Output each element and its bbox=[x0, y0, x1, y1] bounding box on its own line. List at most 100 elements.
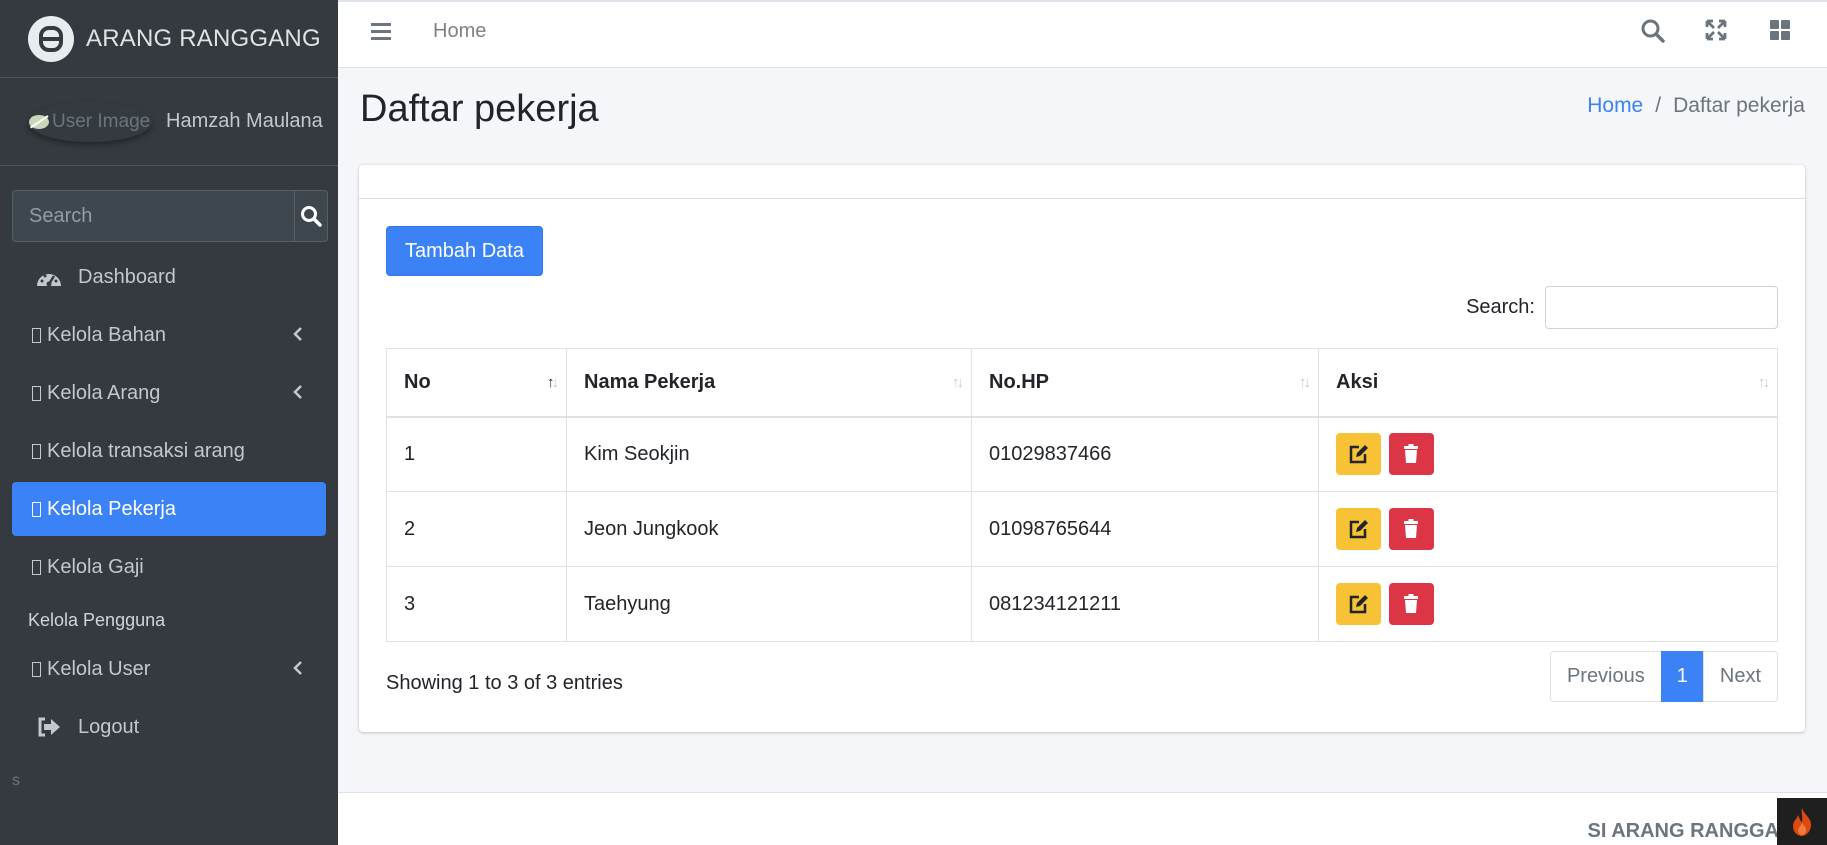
cell-aksi bbox=[1318, 416, 1778, 492]
sort-asc-icon: ↑↓ bbox=[547, 374, 559, 391]
footer-text: SI ARANG RANGGA bbox=[1587, 820, 1779, 842]
table-info: Showing 1 to 3 of 3 entries bbox=[386, 672, 623, 694]
edit-icon bbox=[1349, 445, 1368, 464]
sidebar-item-logout[interactable]: Logout bbox=[12, 700, 326, 754]
card-header bbox=[359, 165, 1805, 199]
fullscreen-button[interactable] bbox=[1704, 18, 1728, 47]
table-search-label: Search: bbox=[1466, 296, 1535, 318]
cell-hp: 01098765644 bbox=[971, 491, 1319, 567]
pagination-next[interactable]: Next bbox=[1702, 651, 1778, 702]
sort-icon: ↑↓ bbox=[1299, 374, 1311, 391]
table-row: 3 Taehyung 081234121211 bbox=[386, 566, 1778, 642]
user-panel: User Image Hamzah Maulana bbox=[0, 78, 338, 166]
sidebar-item-label: Kelola Gaji bbox=[47, 555, 144, 578]
control-sidebar-button[interactable] bbox=[1768, 18, 1792, 47]
column-header-nama[interactable]: Nama Pekerja ↑↓ bbox=[566, 348, 972, 418]
sidebar-item-label: Dashboard bbox=[78, 265, 176, 288]
breadcrumb-separator: / bbox=[1655, 94, 1662, 117]
sidebar-item-kelola-transaksi[interactable]: Kelola transaksi arang bbox=[12, 424, 326, 478]
missing-glyph-icon bbox=[32, 501, 41, 517]
sidebar-item-label: Kelola transaksi arang bbox=[47, 439, 245, 462]
sidebar-item-dashboard[interactable]: Dashboard bbox=[12, 250, 326, 304]
sidebar-item-kelola-gaji[interactable]: Kelola Gaji bbox=[12, 540, 326, 594]
column-header-aksi[interactable]: Aksi ↑↓ bbox=[1318, 348, 1778, 418]
sidebar: ARANG RANGGANG User Image Hamzah Maulana… bbox=[0, 0, 338, 845]
grid-icon bbox=[1770, 20, 1790, 40]
debug-toolbar-button[interactable] bbox=[1777, 798, 1827, 845]
column-header-label: No.HP bbox=[989, 370, 1049, 393]
missing-glyph-icon bbox=[32, 327, 41, 343]
column-header-hp[interactable]: No.HP ↑↓ bbox=[971, 348, 1319, 418]
edit-button[interactable] bbox=[1336, 583, 1381, 625]
sidebar-item-label: Kelola Pekerja bbox=[47, 497, 176, 520]
sidebar-item-label: Kelola Arang bbox=[47, 381, 161, 404]
menu-toggle-button[interactable] bbox=[370, 20, 392, 47]
missing-glyph-icon bbox=[32, 661, 41, 677]
workers-card: Tambah Data Search: No ↑↓ Nama Pekerja ↑… bbox=[359, 165, 1805, 732]
search-icon bbox=[301, 206, 322, 227]
delete-button[interactable] bbox=[1388, 508, 1434, 550]
column-header-label: Nama Pekerja bbox=[584, 370, 716, 393]
missing-glyph-icon bbox=[32, 559, 41, 575]
table-row: 1 Kim Seokjin 01029837466 bbox=[386, 416, 1778, 492]
cell-hp: 01029837466 bbox=[971, 416, 1319, 492]
footer: SI ARANG RANGGA bbox=[338, 792, 1827, 845]
edit-button[interactable] bbox=[1336, 508, 1381, 550]
sidebar-item-kelola-bahan[interactable]: Kelola Bahan bbox=[12, 308, 326, 362]
sidebar-header-pengguna: Kelola Pengguna bbox=[28, 609, 166, 630]
cell-nama: Kim Seokjin bbox=[566, 416, 972, 492]
sidebar-item-kelola-arang[interactable]: Kelola Arang bbox=[12, 366, 326, 420]
chevron-left-icon bbox=[293, 327, 302, 341]
sidebar-item-kelola-user[interactable]: Kelola User bbox=[12, 642, 326, 696]
brand-link[interactable]: ARANG RANGGANG bbox=[0, 0, 338, 78]
pagination: Previous 1 Next bbox=[1549, 651, 1778, 702]
user-name-link[interactable]: Hamzah Maulana bbox=[166, 110, 323, 133]
breadcrumb-current: Daftar pekerja bbox=[1673, 94, 1805, 117]
column-header-label: No bbox=[404, 370, 431, 393]
cell-no: 2 bbox=[386, 491, 567, 567]
cell-no: 1 bbox=[386, 416, 567, 492]
sidebar-search-input[interactable] bbox=[13, 191, 294, 241]
sidebar-item-label: Kelola Bahan bbox=[47, 323, 166, 346]
column-header-label: Aksi bbox=[1336, 370, 1379, 393]
cell-aksi bbox=[1318, 491, 1778, 567]
edit-icon bbox=[1349, 595, 1368, 614]
column-header-no[interactable]: No ↑↓ bbox=[386, 348, 567, 418]
edit-button[interactable] bbox=[1336, 433, 1381, 476]
chevron-left-icon bbox=[293, 661, 302, 675]
sidebar-item-label: Logout bbox=[78, 715, 140, 738]
table-header-row: No ↑↓ Nama Pekerja ↑↓ No.HP ↑↓ Aksi ↑↓ bbox=[386, 348, 1778, 418]
expand-icon bbox=[1705, 19, 1727, 41]
table-search: Search: bbox=[1466, 286, 1778, 329]
delete-button[interactable] bbox=[1388, 583, 1434, 625]
table-row: 2 Jeon Jungkook 01098765644 bbox=[386, 491, 1778, 567]
cell-nama: Jeon Jungkook bbox=[566, 491, 972, 567]
sidebar-nav: Dashboard Kelola Bahan Kelola Arang Kelo… bbox=[0, 250, 338, 758]
workers-table: No ↑↓ Nama Pekerja ↑↓ No.HP ↑↓ Aksi ↑↓ 1… bbox=[386, 348, 1778, 642]
navbar-search-button[interactable] bbox=[1640, 18, 1666, 49]
logout-icon bbox=[34, 716, 64, 738]
delete-button[interactable] bbox=[1388, 433, 1434, 476]
sort-icon: ↑↓ bbox=[1758, 374, 1770, 391]
brand-name: ARANG RANGGANG bbox=[86, 24, 321, 52]
sidebar-item-label: Kelola User bbox=[47, 657, 151, 680]
sidebar-item-kelola-pekerja[interactable]: Kelola Pekerja bbox=[12, 482, 326, 536]
trash-icon bbox=[1404, 594, 1419, 613]
pagination-page-1[interactable]: 1 bbox=[1660, 651, 1704, 702]
sidebar-search-button[interactable] bbox=[294, 191, 327, 241]
user-image-alt: User Image bbox=[52, 110, 151, 132]
search-icon bbox=[1641, 19, 1665, 43]
trash-icon bbox=[1404, 444, 1419, 464]
table-search-input[interactable] bbox=[1545, 286, 1778, 329]
pagination-previous[interactable]: Previous bbox=[1549, 651, 1662, 702]
sidebar-search bbox=[12, 190, 328, 242]
top-nav-home-link[interactable]: Home bbox=[433, 20, 486, 43]
brand-logo-icon bbox=[28, 15, 74, 62]
sort-icon: ↑↓ bbox=[952, 374, 964, 391]
breadcrumb-home-link[interactable]: Home bbox=[1587, 94, 1643, 118]
cell-no: 3 bbox=[386, 566, 567, 642]
trash-icon bbox=[1404, 519, 1419, 538]
page-title: Daftar pekerja bbox=[360, 88, 599, 130]
add-data-button[interactable]: Tambah Data bbox=[386, 226, 543, 276]
chevron-left-icon bbox=[293, 385, 302, 399]
